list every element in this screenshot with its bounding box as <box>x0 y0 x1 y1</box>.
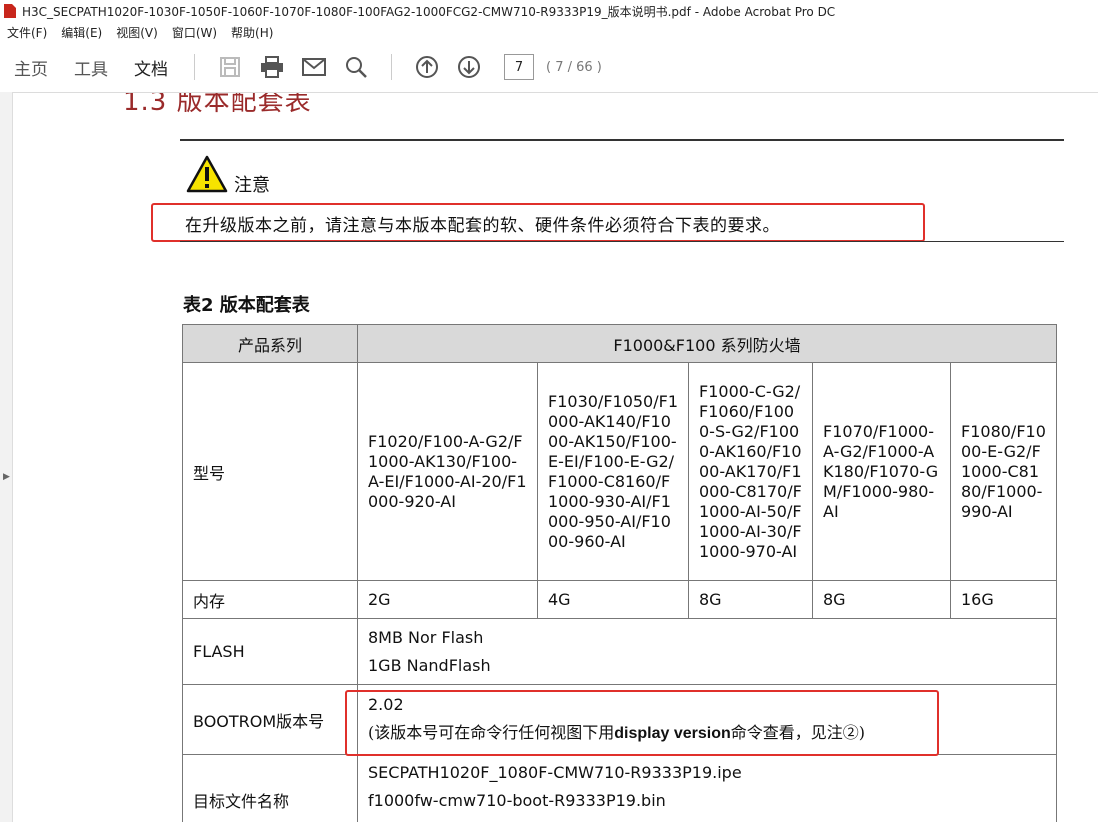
window-titlebar: H3C_SECPATH1020F-1030F-1050F-1060F-1070F… <box>0 0 1098 22</box>
warning-icon <box>186 155 228 197</box>
notice-rule <box>180 241 1064 242</box>
page-down-icon[interactable] <box>457 55 481 79</box>
menu-edit[interactable]: 编辑(E) <box>61 24 102 41</box>
target-file: f1000fw-cmw710-boot-R9333P19.bin <box>368 791 666 810</box>
tab-home[interactable]: 主页 <box>14 55 48 80</box>
memory-cell: 16G <box>950 580 1057 619</box>
menu-bar: 文件(F) 编辑(E) 视图(V) 窗口(W) 帮助(H) <box>0 22 1098 42</box>
model-cell: F1070/F1000-A-G2/F1000-AK180/F1070-GM/F1… <box>812 362 951 581</box>
model-label: 型号 <box>182 362 358 581</box>
print-icon[interactable] <box>260 55 284 79</box>
menu-file[interactable]: 文件(F) <box>7 24 47 41</box>
save-icon[interactable] <box>218 55 242 79</box>
model-cell: F1080/F1000-E-G2/F1000-C8180/F1000-990-A… <box>950 362 1057 581</box>
table-row: 内存 2G 4G 8G 8G 16G <box>182 580 1057 619</box>
navigation-pane-strip[interactable]: ▶ <box>0 92 13 822</box>
highlight-box <box>151 203 925 242</box>
page-number-input[interactable]: 7 <box>504 54 534 80</box>
mail-icon[interactable] <box>302 55 326 79</box>
memory-cell: 8G <box>812 580 951 619</box>
model-cell: F1020/F100-A-G2/F1000-AK130/F100-A-EI/F1… <box>357 362 538 581</box>
model-cell: F1030/F1050/F1000-AK140/F1000-AK150/F100… <box>537 362 689 581</box>
target-file-cell: SECPATH1020F_1080F-CMW710-R9333P19.ipe f… <box>357 754 1057 822</box>
page-up-icon[interactable] <box>415 55 439 79</box>
menu-view[interactable]: 视图(V) <box>116 24 158 41</box>
table-title: 表2 版本配套表 <box>183 295 310 316</box>
table-row: 目标文件名称 SECPATH1020F_1080F-CMW710-R9333P1… <box>182 754 1057 822</box>
target-file: SECPATH1020F_1080F-CMW710-R9333P19.ipe <box>368 763 742 782</box>
table-row: FLASH 8MB Nor Flash 1GB NandFlash <box>182 618 1057 685</box>
warning-block: 注意 <box>186 155 270 197</box>
toolbar-separator <box>391 54 392 80</box>
model-cell: F1000-C-G2/F1060/F1000-S-G2/F1000-AK160/… <box>688 362 813 581</box>
flash-line: 1GB NandFlash <box>368 655 491 675</box>
table-row: 型号 F1020/F100-A-G2/F1000-AK130/F100-A-EI… <box>182 362 1057 581</box>
bootrom-label: BOOTROM版本号 <box>182 684 358 755</box>
highlight-box <box>345 690 939 756</box>
target-file-label: 目标文件名称 <box>182 754 358 822</box>
tab-document[interactable]: 文档 <box>134 55 168 80</box>
page-count: ( 7 / 66 ) <box>546 59 602 75</box>
flash-line: 8MB Nor Flash <box>368 627 484 647</box>
toolbar: 主页 工具 文档 7 ( 7 / 66 ) <box>0 42 1098 93</box>
pdf-icon <box>4 4 16 18</box>
memory-cell: 4G <box>537 580 689 619</box>
warning-label: 注意 <box>234 175 270 196</box>
memory-label: 内存 <box>182 580 358 619</box>
tab-tools[interactable]: 工具 <box>74 55 108 80</box>
table-row: 产品系列 F1000&F100 系列防火墙 <box>182 324 1057 363</box>
expand-pane-icon[interactable]: ▶ <box>3 472 10 482</box>
header-series-value: F1000&F100 系列防火墙 <box>357 324 1057 363</box>
memory-cell: 2G <box>357 580 538 619</box>
search-icon[interactable] <box>344 55 368 79</box>
flash-label: FLASH <box>182 618 358 685</box>
memory-cell: 8G <box>688 580 813 619</box>
heading-rule <box>180 139 1064 141</box>
window-title: H3C_SECPATH1020F-1030F-1050F-1060F-1070F… <box>22 4 836 19</box>
menu-window[interactable]: 窗口(W) <box>172 24 217 41</box>
flash-cell: 8MB Nor Flash 1GB NandFlash <box>357 618 1057 685</box>
document-page: 1.3 版本配套表 注意 在升级版本之前，请注意与本版本配套的软、硬件条件必须符… <box>13 93 1098 822</box>
toolbar-separator <box>194 54 195 80</box>
section-heading: 1.3 版本配套表 <box>123 93 312 117</box>
menu-help[interactable]: 帮助(H) <box>231 24 273 41</box>
header-product-series: 产品系列 <box>182 324 358 363</box>
